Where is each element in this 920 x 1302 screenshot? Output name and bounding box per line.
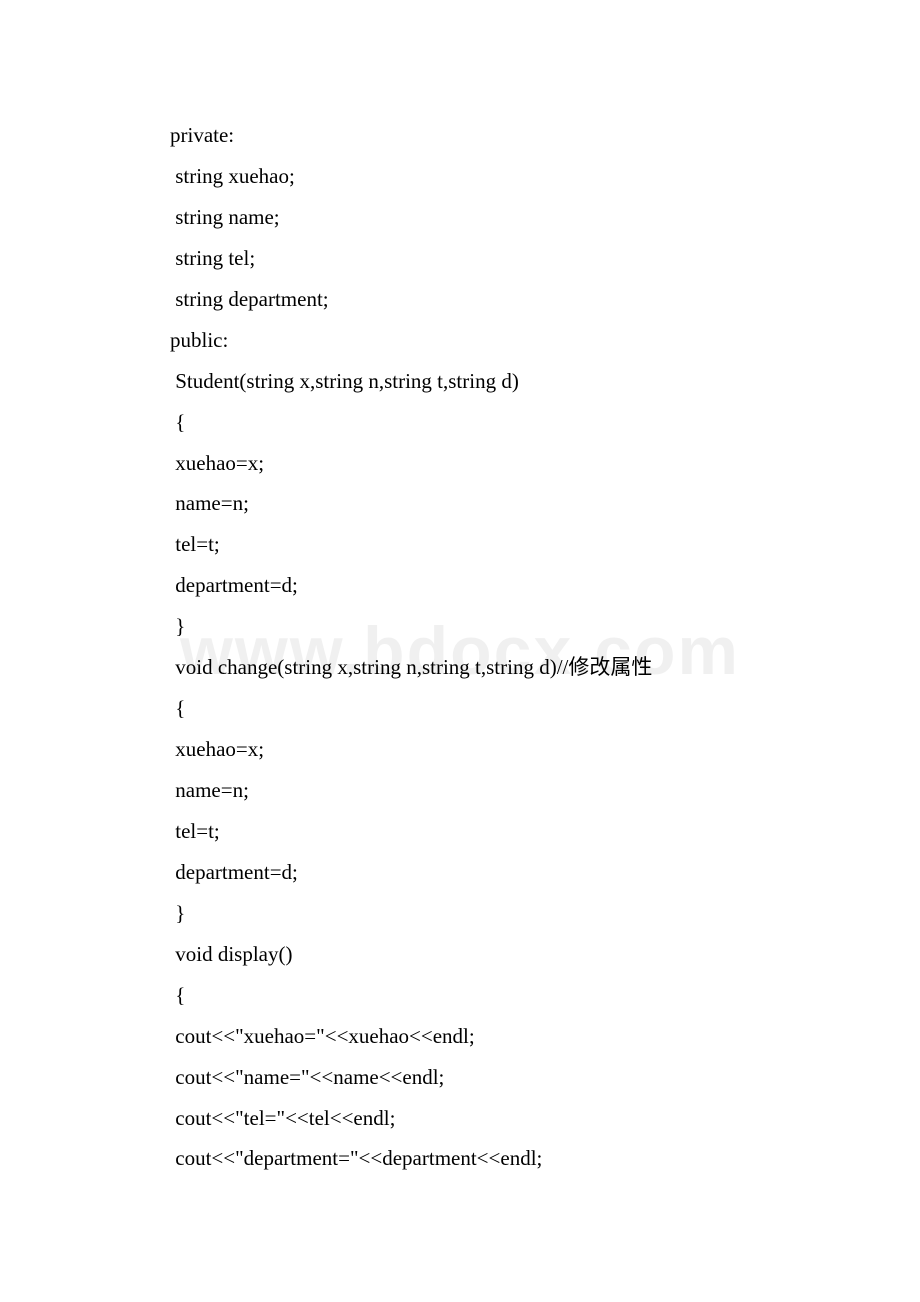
code-line: } — [170, 893, 750, 934]
code-line: department=d; — [170, 852, 750, 893]
code-line: name=n; — [170, 770, 750, 811]
code-line: tel=t; — [170, 524, 750, 565]
code-line: string department; — [170, 279, 750, 320]
code-line: name=n; — [170, 483, 750, 524]
code-line: cout<<"tel="<<tel<<endl; — [170, 1098, 750, 1139]
code-line: cout<<"department="<<department<<endl; — [170, 1138, 750, 1179]
code-line: string name; — [170, 197, 750, 238]
code-line: } — [170, 606, 750, 647]
code-line: cout<<"name="<<name<<endl; — [170, 1057, 750, 1098]
code-line: tel=t; — [170, 811, 750, 852]
code-line: xuehao=x; — [170, 729, 750, 770]
code-line: xuehao=x; — [170, 443, 750, 484]
code-content: private: string xuehao; string name; str… — [0, 0, 920, 1179]
code-line: Student(string x,string n,string t,strin… — [170, 361, 750, 402]
code-line: private: — [170, 115, 750, 156]
code-line: void display() — [170, 934, 750, 975]
code-line: cout<<"xuehao="<<xuehao<<endl; — [170, 1016, 750, 1057]
code-line: { — [170, 688, 750, 729]
code-line: public: — [170, 320, 750, 361]
code-line: { — [170, 975, 750, 1016]
code-line: string tel; — [170, 238, 750, 279]
code-line: string xuehao; — [170, 156, 750, 197]
code-line: void change(string x,string n,string t,s… — [170, 647, 750, 688]
code-line: department=d; — [170, 565, 750, 606]
code-line: { — [170, 402, 750, 443]
